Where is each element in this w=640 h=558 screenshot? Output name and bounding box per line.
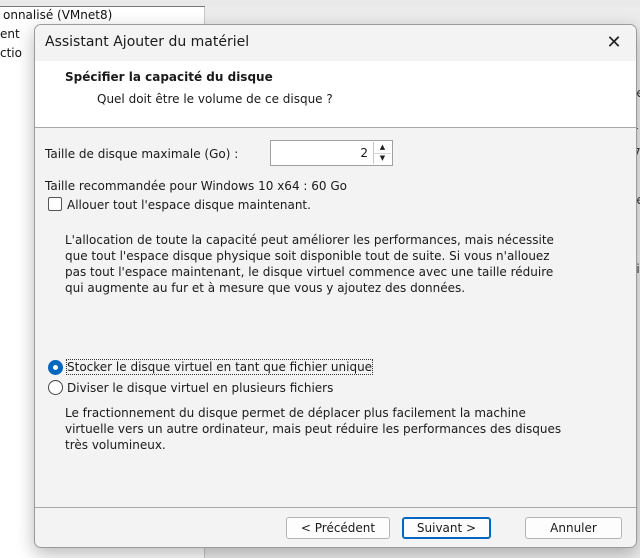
split-files-label[interactable]: Diviser le disque virtuel en plusieurs f… — [67, 381, 333, 395]
add-hardware-wizard-dialog: Assistant Ajouter du matériel ✕ Spécifie… — [34, 24, 637, 548]
header-subtitle: Quel doit être le volume de ce disque ? — [97, 92, 333, 106]
split-description-line: Le fractionnement du disque permet de dé… — [65, 406, 526, 420]
split-files-radio[interactable] — [48, 380, 63, 395]
single-file-label[interactable]: Stocker le disque virtuel en tant que fi… — [65, 359, 374, 375]
background-text-fragment: ctio — [0, 46, 22, 60]
allocate-now-label[interactable]: Allouer tout l'espace disque maintenant. — [67, 198, 311, 212]
single-file-radio[interactable] — [48, 360, 63, 375]
split-description-line: très volumineux. — [65, 438, 166, 452]
next-button[interactable]: Suivant > — [402, 517, 491, 539]
disk-size-spinbox[interactable]: 2 ▲ ▼ — [270, 140, 393, 166]
dialog-titlebar[interactable]: Assistant Ajouter du matériel ✕ — [35, 25, 636, 61]
cancel-button[interactable]: Annuler — [525, 517, 622, 539]
spin-buttons: ▲ ▼ — [373, 142, 391, 164]
back-button[interactable]: < Précédent — [286, 517, 390, 539]
close-icon[interactable]: ✕ — [598, 29, 630, 57]
dialog-title: Assistant Ajouter du matériel — [45, 34, 250, 50]
header-title: Spécifier la capacité du disque — [65, 70, 273, 84]
allocate-description-line: que tout l'espace disque physique soit d… — [65, 249, 550, 263]
background-text-fragment: ent — [0, 27, 20, 41]
split-description-line: virtuelle vers un autre ordinateur, mais… — [65, 422, 562, 436]
allocate-description-line: pas tout l'espace maintenant, le disque … — [65, 265, 554, 279]
spin-down-icon[interactable]: ▼ — [374, 153, 391, 164]
background-network-label: onnalisé (VMnet8) — [3, 8, 113, 22]
header-divider — [35, 127, 636, 128]
disk-size-label: Taille de disque maximale (Go) : — [45, 147, 239, 161]
wizard-header: Spécifier la capacité du disque Quel doi… — [35, 61, 636, 127]
split-description: Le fractionnement du disque permet de dé… — [65, 405, 561, 453]
allocate-description-line: qui augmente au fur et à mesure que vous… — [65, 281, 466, 295]
allocate-now-checkbox[interactable] — [48, 197, 62, 211]
footer-divider — [35, 507, 636, 508]
recommended-size-text: Taille recommandée pour Windows 10 x64 :… — [45, 179, 347, 193]
allocate-description-line: L'allocation de toute la capacité peut a… — [65, 233, 554, 247]
allocate-description: L'allocation de toute la capacité peut a… — [65, 232, 554, 296]
disk-size-input[interactable]: 2 — [360, 146, 368, 160]
background-line — [0, 6, 205, 7]
